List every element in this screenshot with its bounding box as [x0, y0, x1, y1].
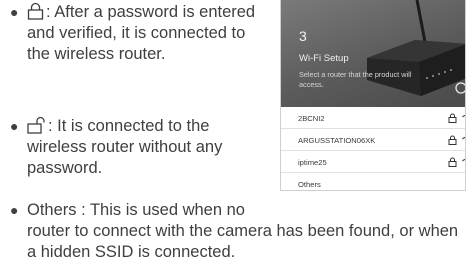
bullet-item-locked: ● : After a password is entered and veri…	[10, 2, 272, 65]
wifi-icon	[462, 158, 465, 162]
wifi-icon	[462, 114, 465, 118]
bullet-dot: ●	[10, 202, 19, 218]
lock-closed-icon	[448, 157, 457, 167]
bullet-dot: ●	[10, 4, 19, 20]
lock-closed-icon	[27, 2, 44, 20]
lock-closed-icon	[448, 113, 457, 123]
bullet-text-locked: : After a password is entered and verifi…	[27, 3, 256, 63]
wifi-setup-header: 3 Wi-Fi Setup Select a router that the p…	[281, 0, 465, 107]
bullet-text-others-continued: router to connect with the camera has be…	[27, 222, 459, 259]
network-row[interactable]: ARGUSSTATION06XK	[281, 129, 465, 151]
network-row-others[interactable]: Others	[281, 173, 465, 190]
screen-title: Wi-Fi Setup	[299, 53, 349, 64]
bullet-item-unlocked: ● : It is connected to the wireless rout…	[10, 116, 272, 179]
router-image	[367, 0, 465, 96]
network-row[interactable]: iptime25	[281, 151, 465, 173]
step-number: 3	[299, 28, 307, 44]
screen-subtitle: Select a router that the product will ac…	[299, 70, 412, 89]
bullet-dot: ●	[10, 118, 19, 134]
network-ssid: 2BCNI2	[298, 114, 325, 123]
wifi-icon	[462, 136, 465, 140]
network-ssid: ARGUSSTATION06XK	[298, 136, 376, 145]
network-row[interactable]: 2BCNI2	[281, 107, 465, 129]
phone-screenshot: 3 Wi-Fi Setup Select a router that the p…	[280, 0, 466, 191]
lock-closed-icon	[448, 135, 457, 145]
bullet-text-unlocked: : It is connected to the wireless router…	[27, 117, 223, 177]
network-ssid: iptime25	[298, 158, 327, 167]
network-ssid: Others	[298, 180, 321, 189]
bullet-item-others: ● Others : This is used when no router t…	[10, 200, 466, 259]
network-list: 2BCNI2 ARGUSSTATION06XK iptime25 Others	[281, 107, 465, 190]
bullet-text-others: Others : This is used when no	[27, 201, 245, 219]
lock-open-icon	[27, 116, 45, 134]
